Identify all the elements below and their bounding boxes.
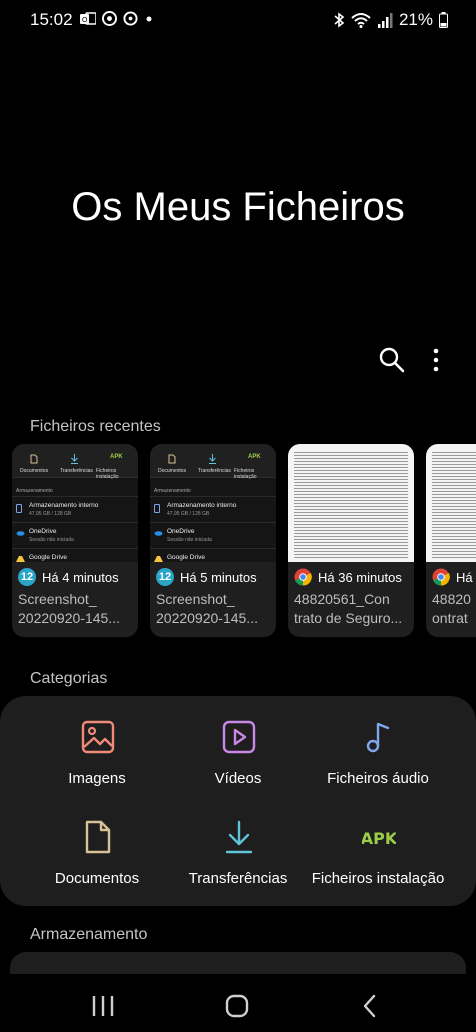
home-button[interactable] [223, 994, 251, 1018]
file-time: Há 4 minutos [42, 569, 119, 585]
chrome-icon [294, 568, 312, 586]
category-audio[interactable]: Ficheiros áudio [303, 712, 453, 802]
navigation-bar [0, 982, 476, 1032]
file-name: Screenshot_ 20220920-145... [18, 591, 120, 626]
page-title: Os Meus Ficheiros [71, 185, 405, 229]
search-button[interactable] [378, 346, 406, 374]
outlook-icon: O [80, 11, 96, 25]
file-name: 48820 ontrat [432, 591, 471, 626]
file-thumbnail: APK Documentos Transferências Ficheiros … [150, 444, 276, 562]
dot-icon [146, 16, 152, 21]
search-icon [379, 347, 405, 373]
svg-text:O: O [82, 17, 88, 24]
category-downloads[interactable]: Transferências [163, 812, 313, 902]
battery-icon [439, 12, 448, 28]
category-images[interactable]: Imagens [22, 712, 172, 802]
file-time: Há 36 minutos [318, 569, 402, 585]
app-badge-icon: 12 [18, 568, 36, 586]
storage-panel[interactable] [10, 952, 466, 974]
category-label: Vídeos [214, 770, 262, 787]
document-icon [85, 820, 111, 854]
recent-files-label: Ficheiros recentes [30, 418, 161, 435]
categories-panel: Imagens Vídeos Ficheiros áudio Documento… [0, 696, 476, 906]
svg-text:APK: APK [362, 829, 396, 848]
recent-apps-icon [92, 996, 114, 1016]
bluetooth-icon [334, 12, 345, 28]
app-badge-icon: 12 [156, 568, 174, 586]
recent-apps-button[interactable] [89, 994, 117, 1018]
more-vertical-icon [433, 348, 439, 372]
file-thumbnail [426, 444, 476, 562]
category-documents[interactable]: Documentos [22, 812, 172, 902]
file-thumbnail: APK Documentos Transferências Ficheiros … [12, 444, 138, 562]
apk-icon: APK [362, 829, 396, 848]
signal-icon [377, 12, 393, 28]
back-icon [363, 994, 376, 1018]
video-icon [222, 720, 256, 754]
chrome-icon [102, 11, 117, 26]
file-name: Screenshot_ 20220920-145... [156, 591, 258, 626]
download-icon [225, 820, 253, 854]
recent-files-list: APK Documentos Transferências Ficheiros … [12, 444, 476, 638]
battery-percent: 21% [398, 10, 433, 29]
more-options-button[interactable] [424, 346, 448, 374]
image-icon [81, 720, 115, 754]
notification-icons: O [80, 11, 154, 26]
wifi-icon [351, 13, 371, 28]
file-name: 48820561_Con trato de Seguro... [294, 591, 403, 626]
status-bar: 15:02 O 21% [0, 0, 476, 40]
storage-label: Armazenamento [30, 926, 148, 943]
home-icon [225, 994, 249, 1018]
category-installation-files[interactable]: APK Ficheiros instalação [303, 812, 453, 902]
chrome-icon [432, 568, 450, 586]
recent-file-card[interactable]: Há 48820 ontrat [426, 444, 476, 637]
recent-file-card[interactable]: APK Documentos Transferências Ficheiros … [150, 444, 276, 637]
file-time: Há 5 minutos [180, 569, 257, 585]
category-label: Documentos [54, 870, 140, 887]
category-label: Ficheiros instalação [311, 870, 445, 887]
clock: 15:02 [30, 10, 73, 29]
file-time: Há [456, 569, 473, 585]
whatsapp-icon [123, 11, 138, 26]
category-videos[interactable]: Vídeos [163, 712, 313, 802]
music-icon [366, 722, 390, 753]
recent-file-card[interactable]: APK Documentos Transferências Ficheiros … [12, 444, 138, 637]
category-label: Transferências [188, 870, 288, 887]
back-button[interactable] [358, 994, 386, 1018]
recent-file-card[interactable]: Há 36 minutos 48820561_Con trato de Segu… [288, 444, 414, 637]
category-label: Imagens [68, 770, 126, 787]
categories-label: Categorias [30, 670, 108, 687]
file-thumbnail [288, 444, 414, 562]
category-label: Ficheiros áudio [327, 770, 429, 787]
